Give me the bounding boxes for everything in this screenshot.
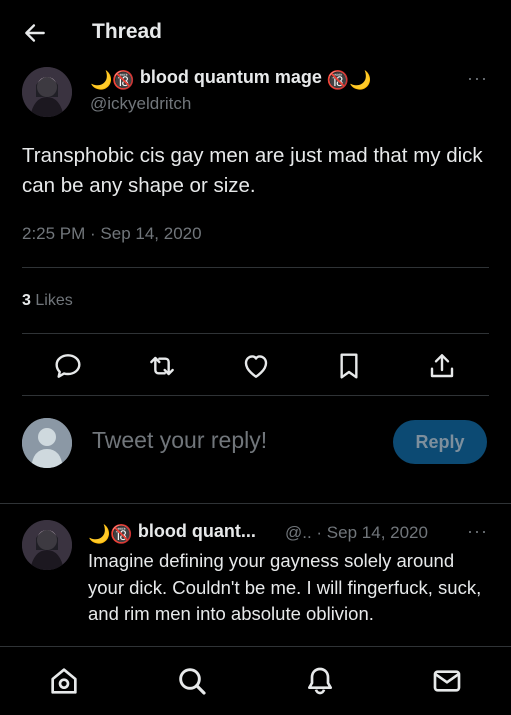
back-arrow-icon[interactable]	[22, 20, 48, 46]
like-icon[interactable]	[240, 350, 272, 382]
name-emojis-left: 🌙🔞	[90, 70, 135, 90]
likes-number: 3	[22, 292, 31, 309]
divider	[22, 333, 489, 334]
handle[interactable]: @ickyeldritch	[90, 94, 191, 114]
bookmark-icon[interactable]	[333, 350, 365, 382]
bottom-nav	[0, 646, 511, 715]
display-name-text: blood quantum mage	[139, 67, 322, 87]
divider	[22, 395, 489, 396]
likes-count[interactable]: 3 Likes	[22, 292, 73, 310]
reply-text: Imagine defining your gayness solely aro…	[88, 550, 482, 624]
share-icon[interactable]	[426, 350, 458, 382]
default-avatar-icon	[22, 418, 72, 468]
likes-label: Likes	[35, 292, 73, 309]
avatar-image	[22, 520, 72, 570]
reply-icon[interactable]	[52, 350, 84, 382]
tweet-timestamp[interactable]: 2:25 PM · Sep 14, 2020	[22, 224, 202, 244]
name-emojis-right: 🔞🌙	[326, 70, 372, 90]
home-icon[interactable]	[48, 665, 80, 697]
notifications-icon[interactable]	[304, 665, 336, 697]
more-options-icon[interactable]: ···	[467, 68, 488, 89]
avatar[interactable]	[22, 67, 72, 117]
divider	[22, 267, 489, 268]
messages-icon[interactable]	[431, 665, 463, 697]
page-title: Thread	[92, 20, 163, 43]
reply-display-name-text: blood quant...	[137, 521, 256, 541]
reply-handle-date[interactable]: @.. · Sep 14, 2020	[285, 523, 428, 543]
tweet-text: Transphobic cis gay men are just mad tha…	[22, 144, 483, 197]
reply-avatar[interactable]	[22, 520, 72, 570]
user-avatar	[22, 418, 72, 468]
divider	[0, 503, 511, 504]
display-name[interactable]: 🌙🔞 blood quantum mage 🔞🌙	[90, 67, 372, 91]
reply-more-options-icon[interactable]: ···	[467, 521, 488, 542]
retweet-icon[interactable]	[146, 350, 178, 382]
reply-input[interactable]: Tweet your reply!	[92, 427, 267, 454]
reply-name-emojis: 🌙🔞	[88, 524, 133, 544]
reply-button[interactable]: Reply	[393, 420, 487, 464]
thread-header: Thread	[0, 0, 511, 64]
avatar-image	[22, 67, 72, 117]
reply-display-name[interactable]: 🌙🔞 blood quant...	[88, 521, 256, 545]
search-icon[interactable]	[176, 665, 208, 697]
tweet-actions	[0, 346, 511, 386]
